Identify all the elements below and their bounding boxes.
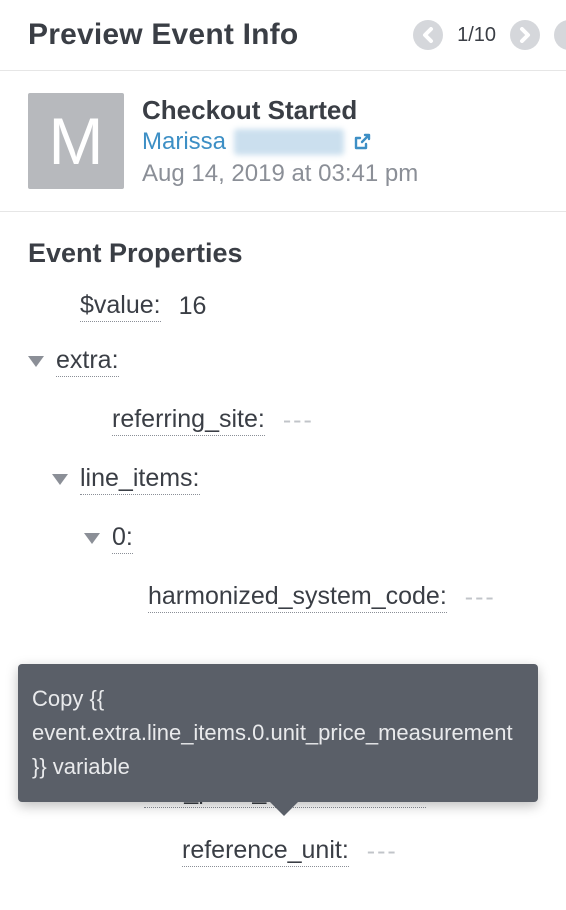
extra-button[interactable] — [554, 20, 566, 50]
prop-row-line-items: line_items: — [28, 464, 538, 495]
page-current: 1 — [457, 24, 468, 46]
prop-key-value[interactable]: $value: — [80, 291, 161, 322]
page-title: Preview Event Info — [28, 18, 298, 52]
external-link-icon[interactable] — [352, 132, 372, 152]
copy-variable-tooltip[interactable]: Copy {{ event.extra.line_items.0.unit_pr… — [18, 664, 538, 802]
prev-button[interactable] — [413, 20, 443, 50]
prop-key-extra[interactable]: extra: — [56, 346, 119, 377]
pager: 1/10 — [413, 20, 566, 50]
page-indicator: 1/10 — [457, 24, 496, 47]
prop-key-line-items[interactable]: line_items: — [80, 464, 200, 495]
event-name: Checkout Started — [142, 95, 418, 126]
next-button[interactable] — [510, 20, 540, 50]
prop-key-reference-unit[interactable]: reference_unit: — [182, 836, 349, 867]
event-timestamp: Aug 14, 2019 at 03:41 pm — [142, 160, 418, 188]
caret-icon[interactable] — [84, 533, 100, 544]
prop-row-value: $value: 16 — [28, 291, 538, 322]
prop-key-referring-site[interactable]: referring_site: — [112, 405, 265, 436]
prop-row-extra: extra: — [28, 346, 538, 377]
prop-row-referring-site: referring_site: --- — [28, 405, 538, 436]
chevron-right-icon — [518, 27, 532, 43]
chevron-left-icon — [421, 27, 435, 43]
prop-val-reference-unit: --- — [367, 837, 398, 866]
prop-val-value: 16 — [179, 292, 207, 321]
avatar: M — [28, 93, 124, 189]
event-summary: M Checkout Started Marissa Aug 14, 2019 … — [0, 71, 566, 212]
preview-header: Preview Event Info 1/10 — [0, 0, 566, 71]
caret-icon[interactable] — [52, 474, 68, 485]
prop-row-reference-unit: reference_unit: --- — [28, 836, 538, 867]
user-link[interactable]: Marissa — [142, 128, 226, 156]
prop-row-hsc: harmonized_system_code: --- — [28, 582, 538, 613]
prop-key-hsc[interactable]: harmonized_system_code: — [148, 582, 447, 613]
user-line: Marissa — [142, 128, 418, 156]
event-meta: Checkout Started Marissa Aug 14, 2019 at… — [142, 95, 418, 188]
section-title: Event Properties — [28, 238, 538, 269]
prop-row-index-0: 0: — [28, 523, 538, 554]
page-total: 10 — [474, 24, 496, 46]
user-last-redacted — [234, 129, 344, 155]
prop-val-hsc: --- — [465, 583, 496, 612]
caret-icon[interactable] — [28, 356, 44, 367]
prop-val-referring-site: --- — [283, 406, 314, 435]
prop-key-index-0[interactable]: 0: — [112, 523, 133, 554]
avatar-letter: M — [49, 108, 104, 174]
